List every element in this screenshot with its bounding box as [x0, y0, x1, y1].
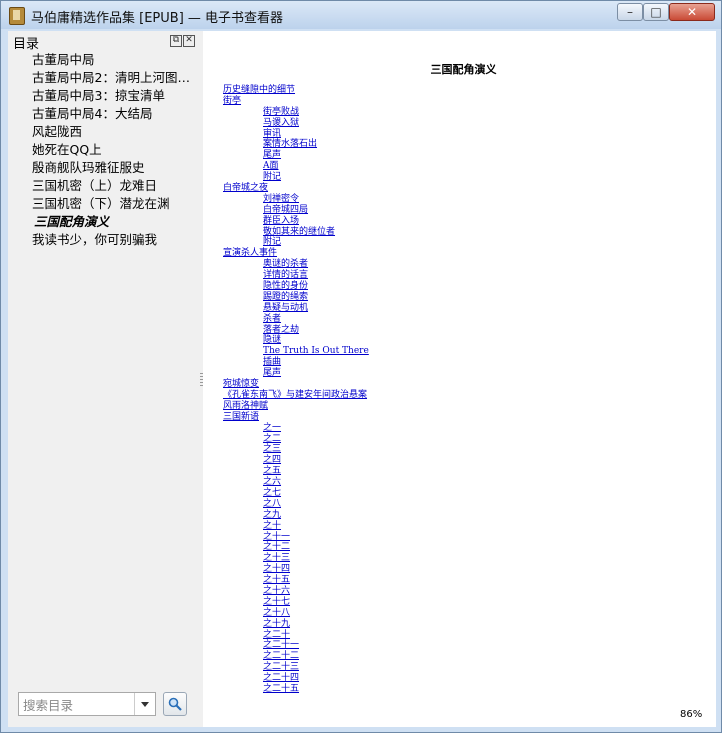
toc-link[interactable]: 案情水落石出	[223, 139, 369, 150]
sidebar-item[interactable]: 古董局中局2：清明上河图…	[32, 69, 196, 87]
toc-link[interactable]: 尾声	[223, 150, 369, 161]
toc-link[interactable]: 之十六	[223, 586, 369, 597]
toc-link[interactable]: 附记	[223, 172, 369, 183]
toc-link[interactable]: 之二十三	[223, 662, 369, 673]
toc-link[interactable]: 之八	[223, 499, 369, 510]
toc-link[interactable]: 悬疑与动机	[223, 303, 369, 314]
toc-link[interactable]: 之二十	[223, 630, 369, 641]
toc-link[interactable]: 马谡入狱	[223, 118, 369, 129]
toc-search-combobox[interactable]	[18, 692, 156, 716]
sidebar-item[interactable]: 殷商舰队玛雅征服史	[32, 159, 196, 177]
toc-link[interactable]: 之六	[223, 477, 369, 488]
toc-link[interactable]: 之十四	[223, 564, 369, 575]
window-title: 马伯庸精选作品集 [EPUB] — 电子书查看器	[31, 11, 284, 26]
toc-link[interactable]: 《孔雀东南飞》与建安年间政治悬案	[223, 390, 369, 401]
toc-link[interactable]: 之九	[223, 510, 369, 521]
toc-link[interactable]: 之十三	[223, 553, 369, 564]
toc-link[interactable]: 之十一	[223, 532, 369, 543]
book-title-text: 三国配角演义	[430, 63, 497, 76]
maximize-button[interactable]: □	[643, 3, 669, 21]
client-area: 目录 ⧉ ✕ 古董局中局 古董局中局2：清明上河图… 古董局中局3：掠宝清单 古董局中…	[8, 31, 716, 727]
toc-link[interactable]: 杀者	[223, 314, 369, 325]
dock-close-icon[interactable]: ✕	[183, 35, 195, 47]
toc-link[interactable]: 街亭	[223, 96, 369, 107]
toc-link[interactable]: 敬如其来的继位者	[223, 227, 369, 238]
title-bar[interactable]: 马伯庸精选作品集 [EPUB] — 电子书查看器 – □ ✕	[1, 1, 721, 29]
sidebar-item[interactable]: 古董局中局3：掠宝清单	[32, 87, 196, 105]
toc-search-input[interactable]	[21, 695, 137, 715]
toc-link[interactable]: 群臣入场	[223, 216, 369, 227]
toc-link[interactable]: 之十八	[223, 608, 369, 619]
toc-link[interactable]: 审讯	[223, 129, 369, 140]
sidebar-item[interactable]: 三国机密（下）潜龙在渊	[32, 195, 196, 213]
close-button[interactable]: ✕	[669, 3, 715, 21]
toc-link[interactable]: 之二	[223, 434, 369, 445]
sidebar-item[interactable]: 三国配角演义	[32, 213, 198, 231]
toc-sidebar: 目录 ⧉ ✕ 古董局中局 古董局中局2：清明上河图… 古董局中局3：掠宝清单 古董局中…	[8, 31, 200, 727]
toc-link[interactable]: 踢蹬的绳索	[223, 292, 369, 303]
toc-link[interactable]: 详情的话言	[223, 270, 369, 281]
book-icon	[9, 7, 25, 25]
toc-link[interactable]: 三国新语	[223, 412, 369, 423]
book-title: 三国配角演义	[203, 61, 716, 77]
search-icon	[168, 697, 182, 711]
sidebar-title: 目录	[13, 37, 40, 52]
toc-link[interactable]: 之五	[223, 466, 369, 477]
toc-link[interactable]: 之四	[223, 455, 369, 466]
toc-link[interactable]: 风雨洛神赋	[223, 401, 369, 412]
toc-link[interactable]: 刘禅密令	[223, 194, 369, 205]
toc-link[interactable]: 之十	[223, 521, 369, 532]
toc-link[interactable]: 之二十二	[223, 651, 369, 662]
search-button[interactable]	[163, 692, 187, 716]
toc-link[interactable]: 白帝城之夜	[223, 183, 369, 194]
toc-link[interactable]: 之二十五	[223, 684, 369, 695]
sidebar-item[interactable]: 古董局中局	[32, 51, 196, 69]
toc-link[interactable]: 之十五	[223, 575, 369, 586]
app-window: 马伯庸精选作品集 [EPUB] — 电子书查看器 – □ ✕ 目录 ⧉ ✕ 古董…	[0, 0, 722, 733]
toc-link[interactable]: 之二十四	[223, 673, 369, 684]
minimize-button[interactable]: –	[617, 3, 643, 21]
toc-link[interactable]: 白帝城四局	[223, 205, 369, 216]
toc-link[interactable]: 宣演杀人事件	[223, 248, 369, 259]
toc-tree: 古董局中局 古董局中局2：清明上河图… 古董局中局3：掠宝清单 古董局中局4：大结局风…	[32, 51, 198, 249]
toc-link[interactable]: 宛城惊变	[223, 379, 369, 390]
toc-link[interactable]: 之一	[223, 423, 369, 434]
toc-link[interactable]: 之三	[223, 444, 369, 455]
sidebar-item[interactable]: 她死在QQ上	[32, 141, 196, 159]
sidebar-item[interactable]: 古董局中局4：大结局	[32, 105, 196, 123]
toc-link[interactable]: 历史缝隙中的细节	[223, 85, 369, 96]
toc-link[interactable]: 尾声	[223, 368, 369, 379]
toc-link[interactable]: 隐性的身份	[223, 281, 369, 292]
toc-link[interactable]: 隐谜	[223, 335, 369, 346]
toc-link[interactable]: 之七	[223, 488, 369, 499]
zoom-level: 86%	[680, 709, 703, 720]
toc-link[interactable]: 之十二	[223, 542, 369, 553]
chevron-down-icon[interactable]	[134, 693, 155, 715]
sidebar-item[interactable]: 三国机密（上）龙难日	[32, 177, 196, 195]
book-content-view[interactable]: 三国配角演义 历史缝隙中的细节 街亭 街亭败战 马谡入狱 审讯 案情水落石出 尾声 A面 附记白…	[203, 31, 716, 727]
toc-link[interactable]: 之十七	[223, 597, 369, 608]
sidebar-item[interactable]: 风起陇西	[32, 123, 196, 141]
toc-link[interactable]: 落者之劫	[223, 325, 369, 336]
toc-link[interactable]: 街亭败战	[223, 107, 369, 118]
toc-link[interactable]: 之十九	[223, 619, 369, 630]
toc-link[interactable]: 插曲	[223, 357, 369, 368]
toc-link[interactable]: 之二十一	[223, 640, 369, 651]
dock-float-icon[interactable]: ⧉	[170, 35, 182, 47]
toc-link[interactable]: 附记	[223, 237, 369, 248]
toc-link[interactable]: A面	[223, 161, 369, 172]
toc-link[interactable]: 奥谜的杀者	[223, 259, 369, 270]
sidebar-item[interactable]: 我读书少，你可别骗我	[32, 231, 196, 249]
toc-link[interactable]: The Truth Is Out There	[223, 346, 369, 357]
book-toc: 历史缝隙中的细节 街亭 街亭败战 马谡入狱 审讯 案情水落石出 尾声 A面 附记 白帝城之夜 刘禅密…	[223, 85, 369, 695]
